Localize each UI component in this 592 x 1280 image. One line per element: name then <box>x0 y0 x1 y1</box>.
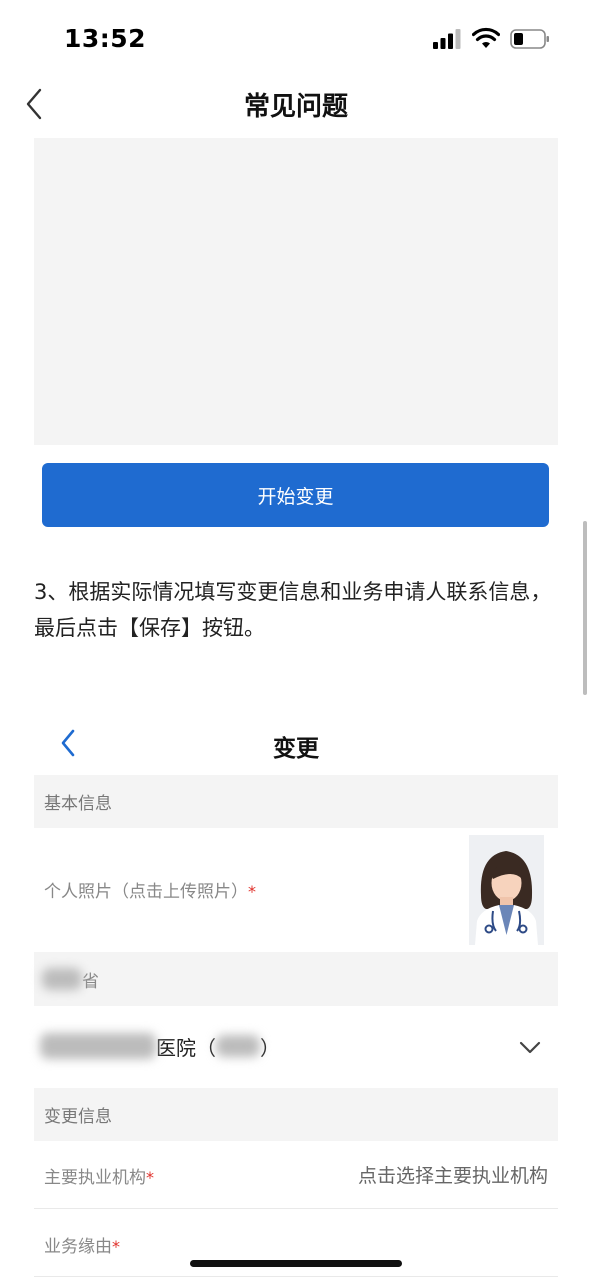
redacted-hospital-note <box>216 1035 260 1057</box>
institution-label: 主要执业机构 <box>44 1168 146 1188</box>
reason-label: 业务缘由 <box>44 1237 112 1257</box>
province-row: 省 <box>34 952 558 1006</box>
redacted-province <box>42 968 82 990</box>
redacted-hospital-name <box>40 1033 156 1059</box>
hospital-suffix: 医院（ <box>156 1035 216 1060</box>
required-mark: * <box>248 882 256 901</box>
photo-label: 个人照片（点击上传照片） <box>44 882 248 902</box>
province-suffix: 省 <box>82 971 99 992</box>
image-placeholder <box>34 138 558 445</box>
institution-select[interactable]: 点击选择主要执业机构 <box>358 1161 548 1188</box>
institution-row: 主要执业机构* <box>44 1163 154 1188</box>
doctor-avatar-icon <box>469 835 544 945</box>
wifi-icon <box>472 27 500 48</box>
instruction-text: 3、根据实际情况填写变更信息和业务申请人联系信息，最后点击【保存】按钮。 <box>34 580 552 640</box>
divider <box>34 1276 558 1277</box>
required-mark: * <box>112 1237 120 1256</box>
avatar <box>469 835 544 945</box>
cellular-signal-icon <box>433 29 461 49</box>
status-time: 13:52 <box>64 24 147 53</box>
page-title: 常见问题 <box>243 92 348 122</box>
photo-row: 个人照片（点击上传照片）* <box>44 877 256 902</box>
scrollbar[interactable] <box>583 521 587 695</box>
hospital-close: ） <box>260 1035 280 1060</box>
battery-icon <box>510 29 549 49</box>
reason-row: 业务缘由* <box>44 1232 120 1257</box>
chevron-down-icon[interactable] <box>518 1036 542 1058</box>
section-basic-info-label: 基本信息 <box>44 794 112 814</box>
section-basic-info: 基本信息 <box>34 775 558 828</box>
form-title: 变更 <box>273 736 319 762</box>
section-change-info: 变更信息 <box>34 1088 558 1141</box>
hospital-row[interactable]: 医院（ ） <box>40 1026 520 1066</box>
section-change-info-label: 变更信息 <box>44 1107 112 1127</box>
required-mark: * <box>146 1168 154 1187</box>
home-indicator[interactable] <box>190 1260 402 1267</box>
start-change-button[interactable]: 开始变更 <box>42 463 549 527</box>
divider <box>34 1208 558 1209</box>
